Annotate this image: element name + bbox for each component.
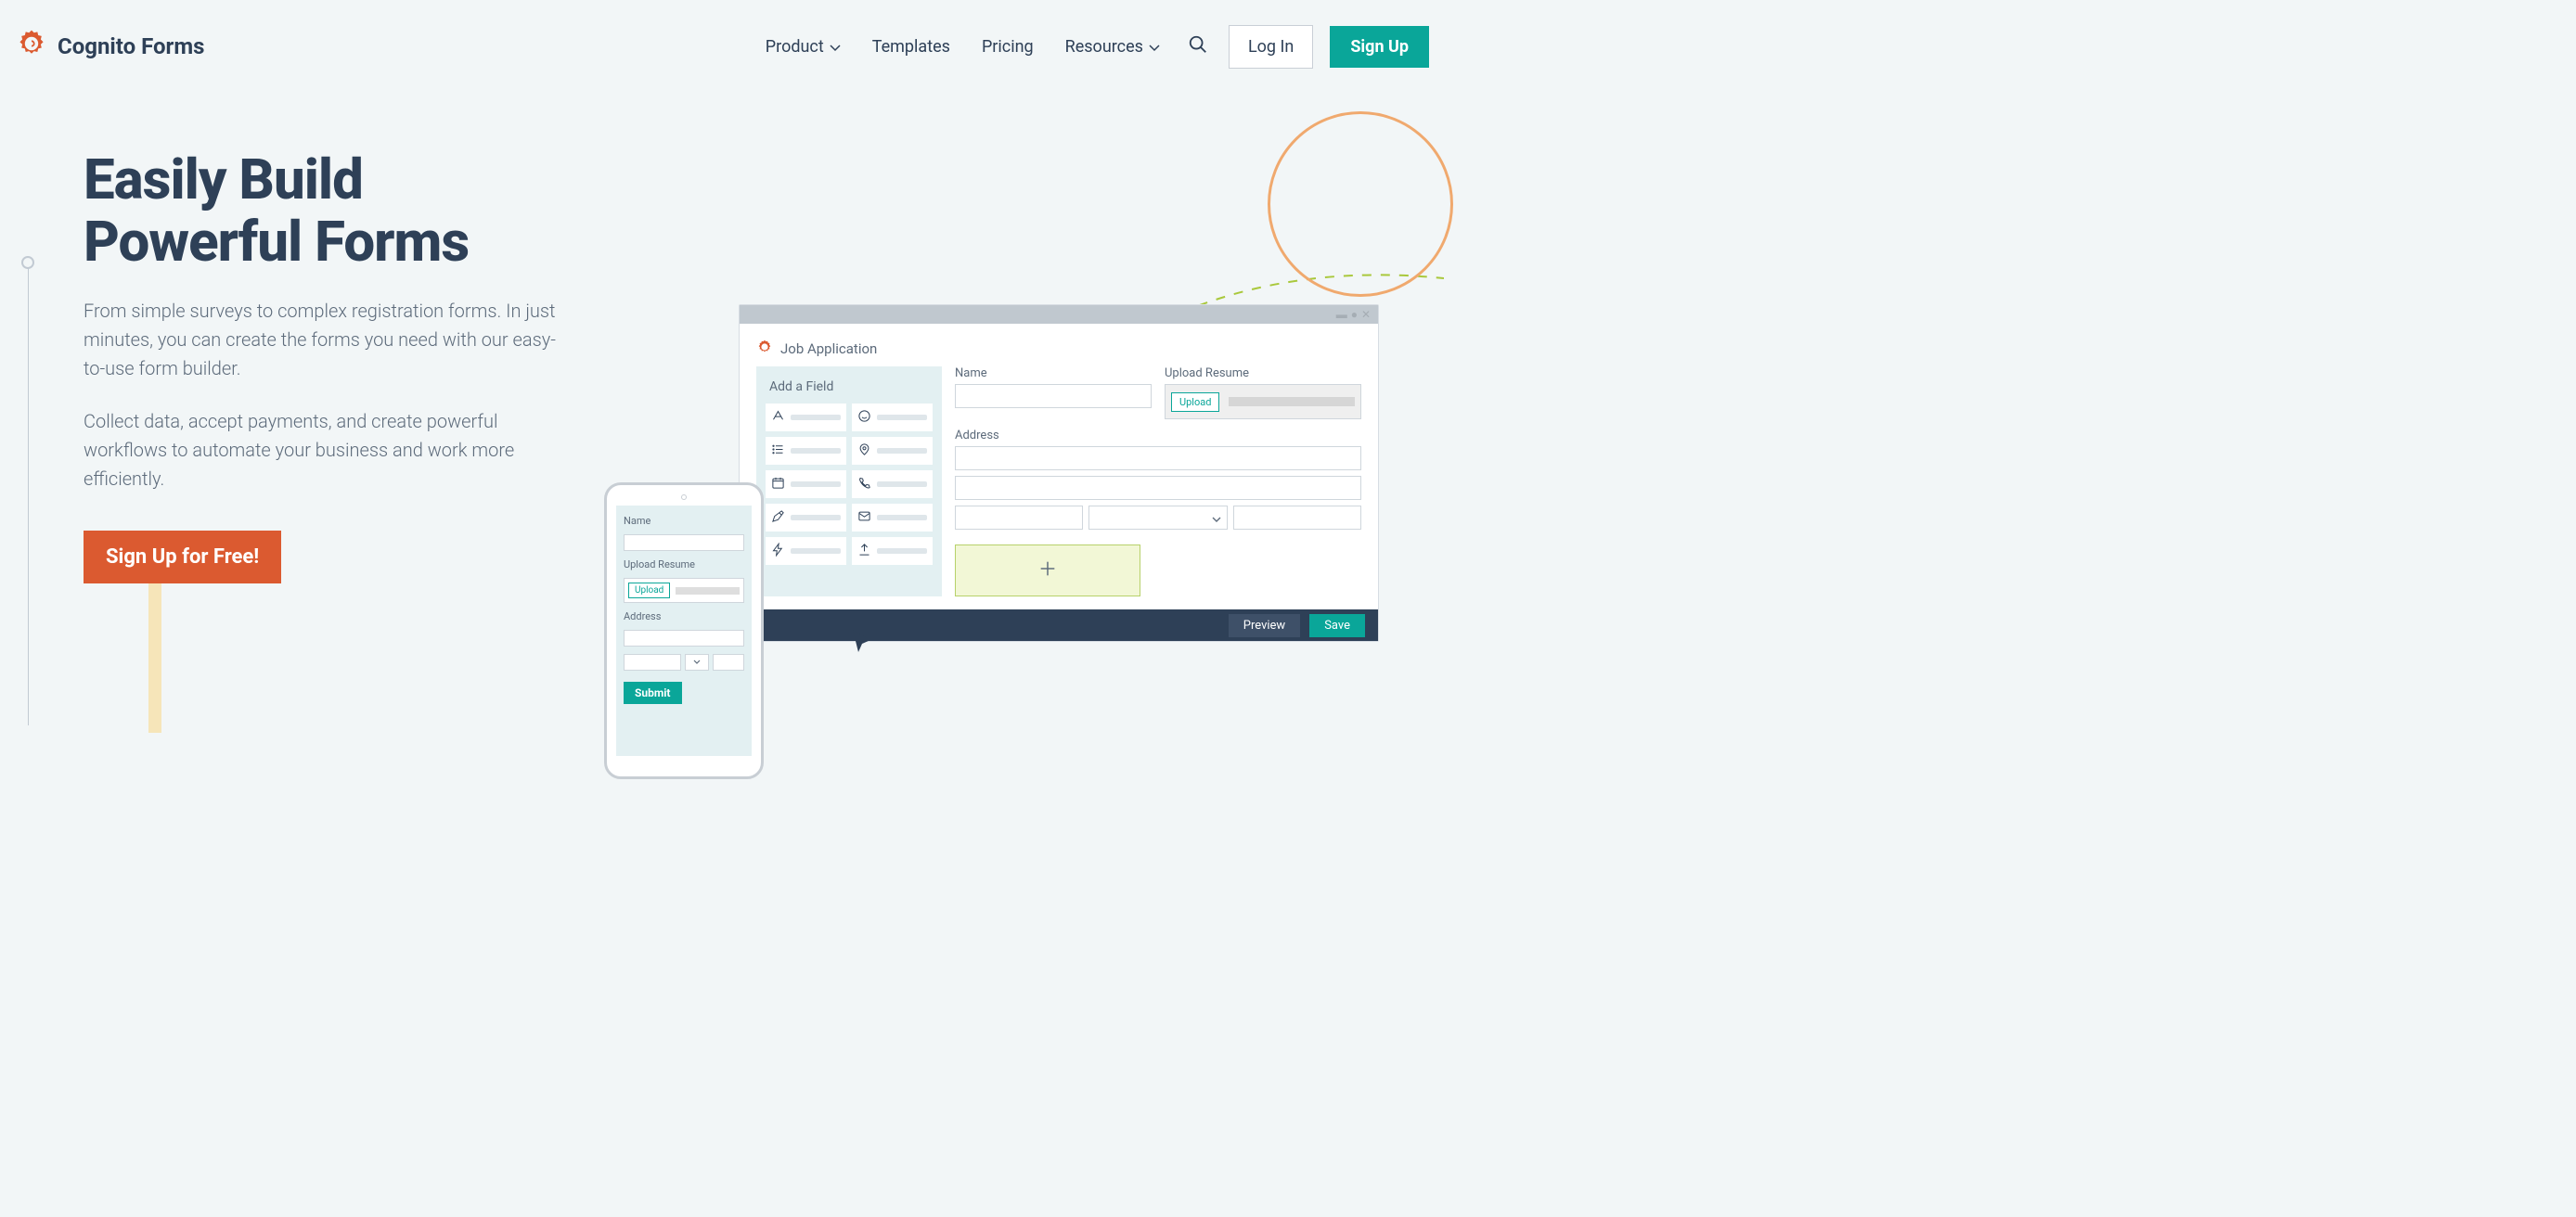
nav-product-label: Product: [766, 37, 824, 57]
save-button[interactable]: Save: [1309, 614, 1365, 637]
mail-icon: [857, 509, 871, 527]
builder-footer: Preview Save: [740, 609, 1378, 641]
palette-phone-field[interactable]: [852, 470, 933, 498]
window-max-icon: ●: [1351, 309, 1358, 320]
chevron-down-icon: [830, 37, 841, 57]
palette-email-field[interactable]: [852, 504, 933, 532]
canvas-addr-line1: [955, 446, 1361, 470]
palette-upload-field[interactable]: [852, 537, 933, 565]
palette-list-field[interactable]: [766, 437, 846, 465]
pin-icon: [857, 442, 871, 460]
hero-section: Easily Build Powerful Forms From simple …: [0, 74, 1444, 583]
phone-addr-line: [624, 630, 744, 647]
phone-addr-city: [624, 654, 681, 671]
window-min-icon: ▬: [1336, 309, 1347, 320]
window-titlebar: ▬ ● ✕: [740, 305, 1378, 324]
palette-signature-field[interactable]: [766, 504, 846, 532]
pen-icon: [771, 509, 785, 527]
nav-templates-label: Templates: [872, 37, 950, 57]
canvas-name-label: Name: [955, 366, 1152, 380]
signup-button[interactable]: Sign Up: [1330, 26, 1429, 68]
chevron-down-icon: [1149, 37, 1160, 57]
phone-sensor: [681, 494, 687, 500]
list-icon: [771, 442, 785, 460]
palette-location-field[interactable]: [852, 437, 933, 465]
phone-name-input: [624, 534, 744, 551]
palette-text-field[interactable]: [766, 404, 846, 431]
canvas-addr-state: [1088, 506, 1228, 530]
add-field-dropzone[interactable]: [955, 544, 1140, 596]
login-button[interactable]: Log In: [1229, 25, 1313, 69]
brand-name: Cognito Forms: [58, 33, 204, 59]
phone-addr-zip: [713, 654, 744, 671]
phone-address-label: Address: [624, 610, 744, 622]
calendar-icon: [771, 476, 785, 493]
search-icon: [1188, 41, 1208, 58]
bolt-icon: [771, 543, 785, 560]
builder-form-title: Job Application: [780, 340, 877, 357]
phone-upload-label: Upload Resume: [624, 558, 744, 570]
phone-upload-bar: [676, 587, 740, 595]
canvas-upload-label: Upload Resume: [1165, 366, 1361, 380]
canvas-upload-bar: [1229, 397, 1355, 406]
form-canvas: Name Upload Resume Upload Address: [955, 366, 1361, 596]
smile-icon: [857, 409, 871, 427]
window-close-icon: ✕: [1361, 309, 1371, 320]
nav-product[interactable]: Product: [758, 32, 848, 62]
signup-free-button[interactable]: Sign Up for Free!: [84, 531, 281, 583]
search-button[interactable]: [1184, 31, 1212, 62]
cog-icon: [15, 27, 48, 66]
canvas-upload-box: Upload: [1165, 384, 1361, 419]
canvas-addr-city: [955, 506, 1083, 530]
nav-resources[interactable]: Resources: [1058, 32, 1167, 62]
canvas-address-label: Address: [955, 429, 1361, 442]
upload-icon: [857, 543, 871, 560]
nav-pricing-label: Pricing: [982, 37, 1034, 57]
nav-pricing[interactable]: Pricing: [974, 32, 1041, 62]
phone-upload-button: Upload: [628, 583, 670, 598]
palette-rating-field[interactable]: [852, 404, 933, 431]
site-header: Cognito Forms Product Templates Pricing …: [0, 0, 1444, 74]
phone-icon: [857, 476, 871, 493]
palette-title: Add a Field: [766, 376, 933, 404]
phone-upload-box: Upload: [624, 578, 744, 603]
nav-resources-label: Resources: [1065, 37, 1143, 57]
hero-desc-1: From simple surveys to complex registrat…: [84, 297, 575, 383]
hero-title: Easily Build Powerful Forms: [84, 148, 575, 273]
canvas-upload-button: Upload: [1171, 392, 1219, 412]
text-icon: [771, 409, 785, 427]
phone-screen: Name Upload Resume Upload Address Submit: [616, 506, 752, 756]
builder-window: ▬ ● ✕ Job Application Add a Field: [739, 304, 1379, 642]
decor-orange-arc: [1268, 111, 1453, 297]
hero-title-line2: Powerful Forms: [84, 209, 469, 275]
phone-addr-select: [685, 654, 709, 671]
phone-name-label: Name: [624, 515, 744, 527]
chevron-down-icon: [1212, 509, 1221, 527]
hero-desc-2: Collect data, accept payments, and creat…: [84, 407, 575, 493]
preview-button[interactable]: Preview: [1229, 614, 1300, 637]
hero-title-line1: Easily Build: [84, 147, 363, 212]
canvas-addr-zip: [1233, 506, 1361, 530]
palette-date-field[interactable]: [766, 470, 846, 498]
phone-mock: Name Upload Resume Upload Address Submit: [604, 482, 764, 779]
nav-templates[interactable]: Templates: [865, 32, 958, 62]
field-palette: Add a Field: [756, 366, 942, 596]
canvas-addr-line2: [955, 476, 1361, 500]
builder-header: Job Application: [740, 324, 1378, 366]
brand-logo[interactable]: Cognito Forms: [15, 27, 204, 66]
palette-action-field[interactable]: [766, 537, 846, 565]
hero-copy: Easily Build Powerful Forms From simple …: [84, 111, 575, 583]
canvas-name-input: [955, 384, 1152, 408]
phone-submit-button: Submit: [624, 682, 682, 704]
plus-icon: [1037, 558, 1058, 583]
main-nav: Product Templates Pricing Resources Log …: [758, 25, 1429, 69]
cog-icon: [756, 339, 773, 359]
